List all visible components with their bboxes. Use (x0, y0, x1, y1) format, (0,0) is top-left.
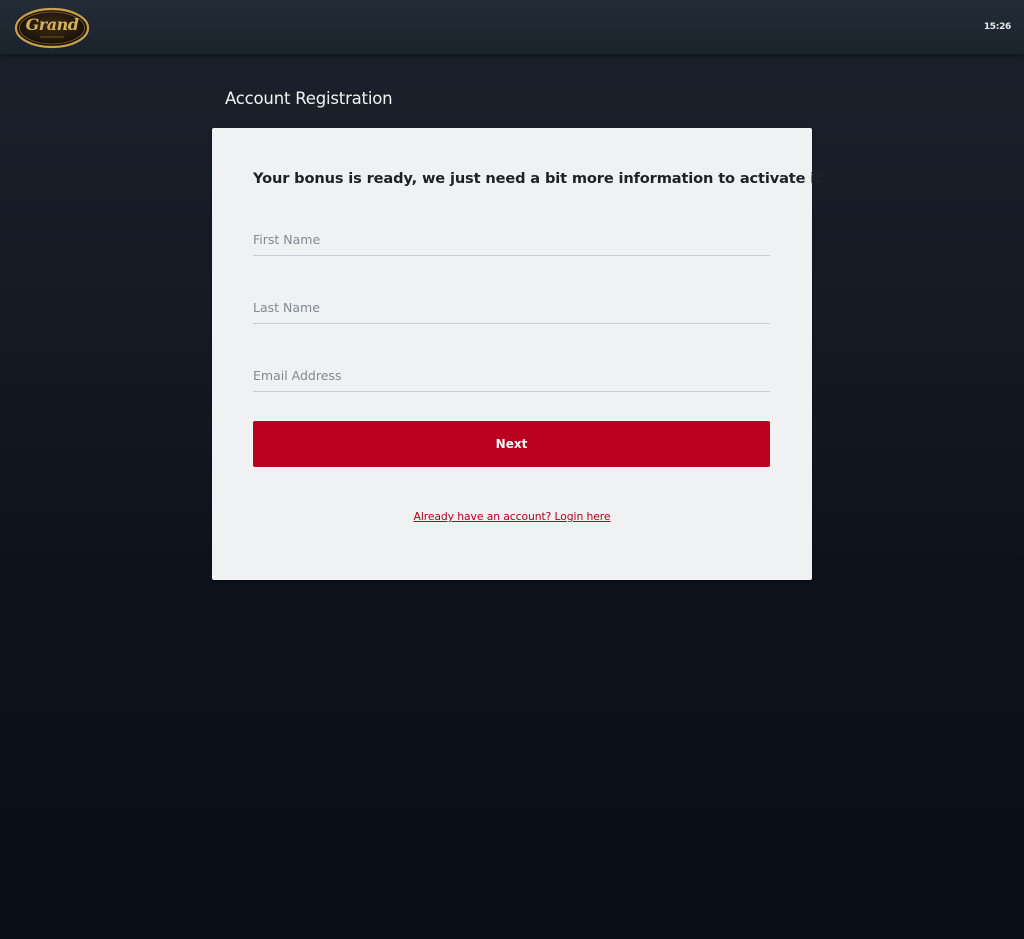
login-link[interactable]: Already have an account? Login here (212, 510, 812, 523)
registration-card: Your bonus is ready, we just need a bit … (212, 128, 822, 580)
next-button[interactable]: Next (253, 421, 770, 467)
top-bar: Grand 15:26 (0, 0, 1024, 54)
last-name-input[interactable] (253, 291, 770, 323)
last-name-field (253, 291, 770, 324)
clock: 15:26 (983, 22, 1011, 32)
first-name-input[interactable] (253, 223, 770, 255)
email-input[interactable] (253, 359, 770, 391)
email-field (253, 359, 770, 392)
logo-wordmark: Grand (25, 15, 79, 34)
form-heading: Your bonus is ready, we just need a bit … (253, 170, 822, 187)
grand-casino-logo[interactable]: Grand (14, 7, 90, 49)
first-name-field (253, 223, 770, 256)
page-title: Account Registration (225, 89, 393, 108)
